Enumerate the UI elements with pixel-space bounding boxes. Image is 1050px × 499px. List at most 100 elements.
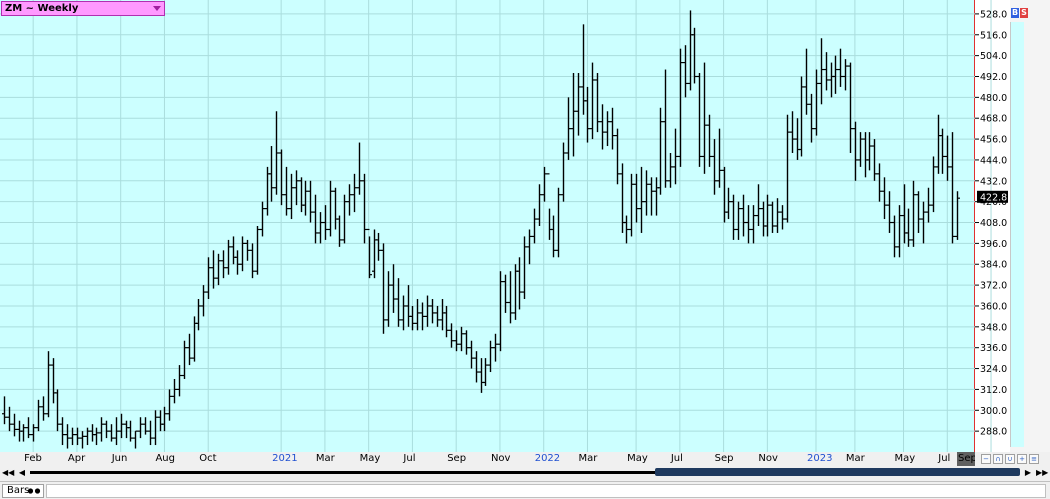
ohlc-bar [877,163,882,202]
ohlc-bar [770,201,775,233]
ohlc-bar [274,111,279,195]
ohlc-bar [94,427,99,446]
ohlc-bar [678,48,683,167]
ohlc-bar [799,76,804,157]
ohlc-bar [177,365,182,397]
ohlc-bar [513,264,518,320]
scroll-thumb[interactable] [655,468,1020,476]
ohlc-bar [585,86,590,143]
ohlc-bar [444,305,449,338]
last-price-label: 422.8 [980,192,1007,203]
ohlc-bar [328,180,333,237]
ohlc-bar [517,257,522,310]
chart-scrollbar[interactable]: ◀◀ ◀ ▶ ▶▶ [0,466,1050,479]
ohlc-bar [65,424,70,449]
sell-badge[interactable]: S [1020,8,1028,18]
bars-tab[interactable]: Bars [2,484,44,498]
zoom-in-icon[interactable]: + [1017,454,1027,464]
ohlc-bar [294,170,299,206]
ohlc-bar [566,97,571,160]
ohlc-bar [362,173,367,244]
dropdown-arrow-icon[interactable] [153,6,161,11]
ohlc-bar [138,417,143,439]
ohlc-bar [945,135,950,181]
ohlc-bar [761,201,766,237]
ohlc-bar [595,73,600,133]
ohlc-bar [508,271,513,324]
zoom-out-icon[interactable]: − [981,454,991,464]
ohlc-bar [474,351,479,383]
ohlc-bar [561,142,566,202]
ohlc-bar [658,107,663,195]
y-tick-label: 372.0 [980,281,1007,292]
ohlc-bar [751,205,756,244]
buy-sell-badges[interactable]: B S [1011,8,1028,18]
x-tick-label: May [627,453,648,464]
ohlc-bar [337,215,342,247]
x-tick-label: Jun [111,453,128,464]
bottom-panel [46,484,1046,498]
ohlc-bar [629,173,634,237]
x-tick-label: Nov [758,453,778,464]
ohlc-bar [785,114,790,223]
ohlc-bar [522,236,527,300]
ohlc-bar [167,389,172,421]
scroll-last-icon[interactable]: ▶▶ [1036,467,1048,478]
bars-tab-label: Bars [7,485,30,496]
ohlc-bar [824,52,829,91]
ohlc-bar [357,142,362,195]
ohlc-bar [51,358,56,404]
ohlc-bar [124,420,129,439]
link-icon [27,488,41,494]
ohlc-bar [780,205,785,230]
ohlc-bar [206,257,211,300]
scale-icon[interactable]: ≡ [1029,454,1039,464]
ohlc-bar [21,424,26,442]
ohlc-bar [683,45,688,98]
ohlc-bar [707,114,712,167]
time-axis[interactable]: Feb Apr Jun Aug Oct 2021 Mar May Jul Sep Nov 2022 Ma… [0,452,975,466]
ohlc-bar [833,55,838,94]
ohlc-bar [469,340,474,369]
x-tick-label: 2021 [272,453,298,464]
zoom-fit-icon[interactable]: ∩ [993,454,1003,464]
ohlc-bar [90,424,95,442]
x-tick-label: Aug [155,453,175,464]
ohlc-bar [172,378,177,404]
scroll-left-icon[interactable]: ◀ [16,467,28,478]
ohlc-bar [333,187,338,230]
ohlc-bar [367,228,372,279]
zoom-reset-icon[interactable]: ∪ [1005,454,1015,464]
chart-canvas: 528.0 516.0 504.0 492.0 480.0 468.0 456.0 444.0… [0,0,1008,452]
ohlc-bar [12,413,17,437]
ohlc-bar [201,285,206,317]
time-axis-cursor-label: Sep [957,452,977,466]
buy-badge[interactable]: B [1011,8,1019,18]
y-tick-label: 288.0 [980,427,1007,438]
ohlc-bar [537,184,542,226]
chart-window: 528.0 516.0 504.0 492.0 480.0 468.0 456.0 444.0… [0,0,1050,499]
ohlc-bar [260,201,265,237]
ohlc-bar [284,166,289,216]
ohlc-bar [109,424,114,442]
ohlc-bar [644,170,649,216]
ohlc-bar [250,243,255,279]
symbol-title: ZM ~ Weekly [5,3,79,14]
ohlc-bar [814,69,819,136]
ohlc-bar [299,177,304,213]
ohlc-bar [303,180,308,216]
ohlc-bar [381,243,386,334]
ohlc-bar [464,330,469,355]
symbol-selector[interactable]: ZM ~ Weekly [1,1,165,16]
y-tick-label: 516.0 [980,30,1007,41]
ohlc-bar [911,180,916,247]
ohlc-bar [649,177,654,216]
y-tick-label: 300.0 [980,406,1007,417]
ohlc-bar [551,215,556,258]
scroll-first-icon[interactable]: ◀◀ [2,467,14,478]
ohlc-bar [663,69,668,188]
ohlc-bar [187,333,192,366]
y-tick-label: 384.0 [980,260,1007,271]
scroll-right-icon[interactable]: ▶ [1022,467,1034,478]
ohlc-bar [430,299,435,324]
